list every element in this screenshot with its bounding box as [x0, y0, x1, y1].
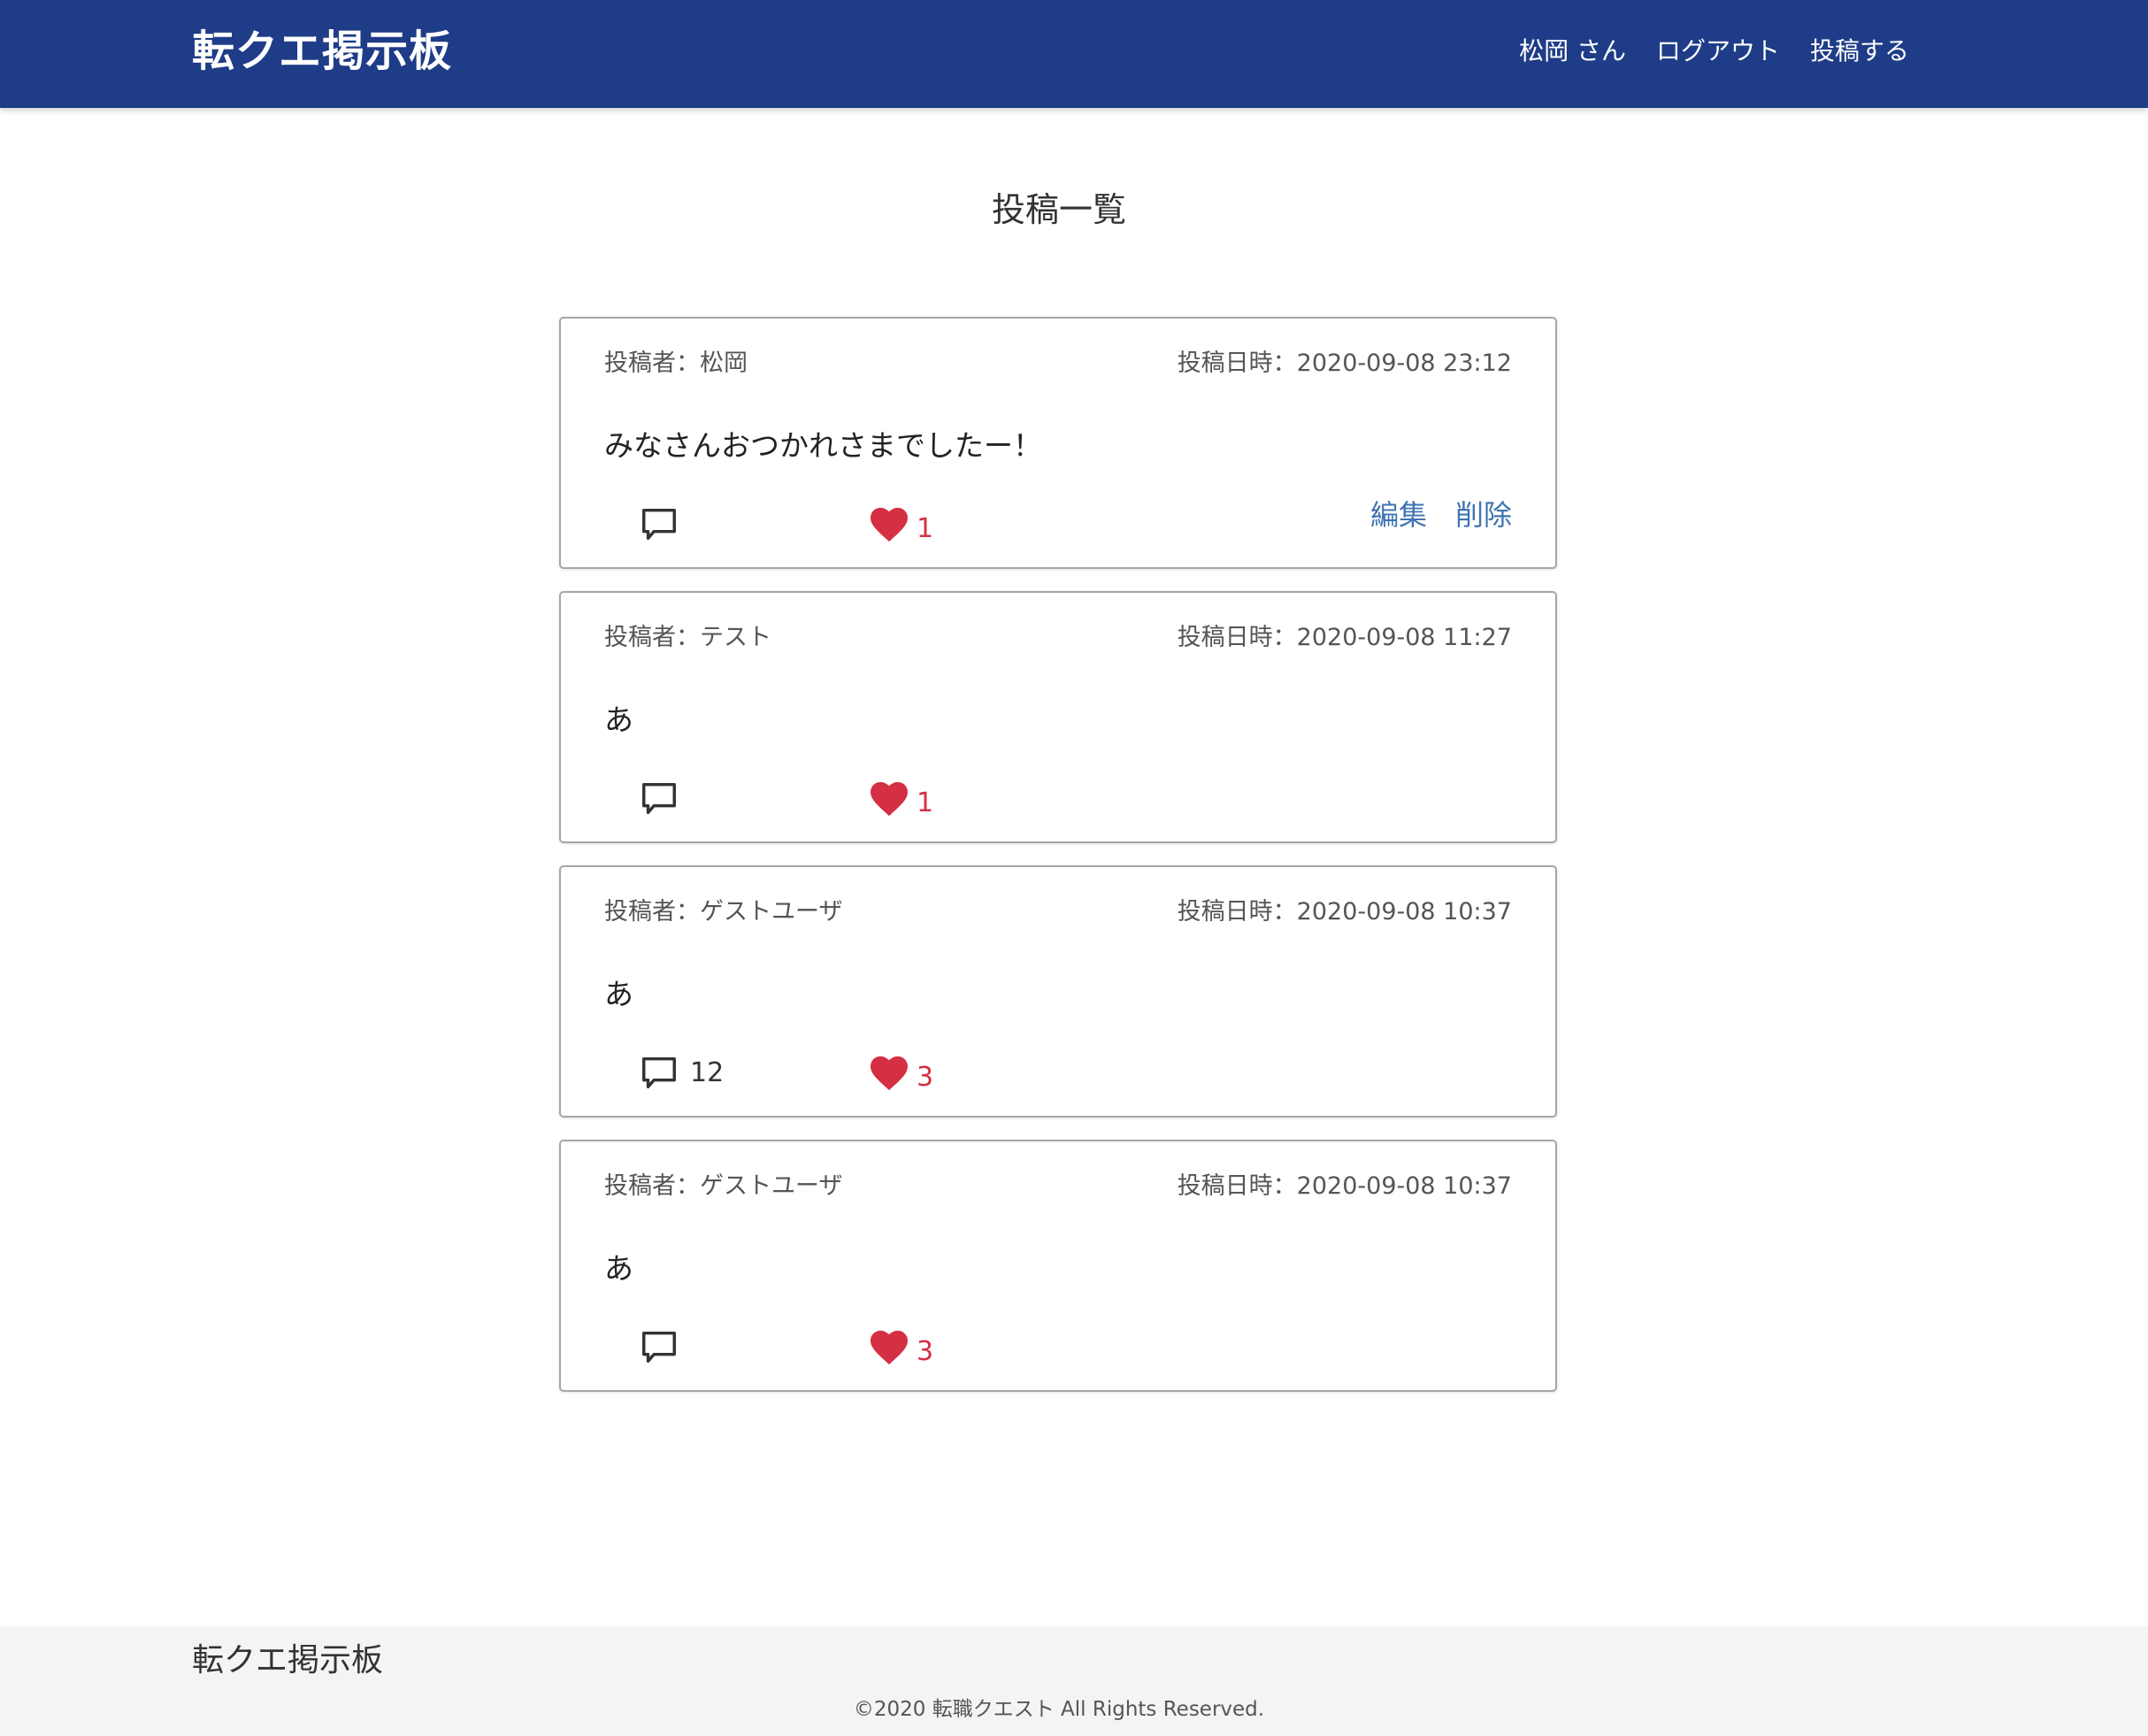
post-card: 投稿者：ゲストユーザ 投稿日時：2020-09-08 10:37 あ 12 3 — [559, 865, 1557, 1118]
post-body: あ — [604, 977, 633, 1011]
footer-logo[interactable]: 転クエ掲示板 — [192, 1639, 383, 1683]
post-date: 投稿日時：2020-09-08 10:37 — [1177, 1172, 1512, 1200]
post-date: 投稿日時：2020-09-08 11:27 — [1177, 624, 1512, 651]
post-author: 投稿者：ゲストユーザ — [604, 1172, 843, 1200]
comment-icon — [642, 508, 676, 541]
post-actions: 編集 削除 — [1370, 495, 1512, 534]
like-count: 1 — [917, 787, 934, 818]
site-logo[interactable]: 転クエ掲示板 — [192, 23, 452, 80]
post-body: みなさんおつかれさまでしたー！ — [604, 428, 1042, 463]
like-button[interactable]: 3 — [869, 1325, 933, 1370]
edit-link[interactable]: 編集 — [1370, 495, 1427, 534]
header-nav: 松岡 さん ログアウト 投稿する — [1519, 32, 1909, 71]
comment-count: 12 — [690, 1057, 725, 1088]
heart-icon — [871, 781, 908, 817]
comment-button[interactable] — [639, 503, 690, 547]
comment-button[interactable]: 12 — [639, 1051, 724, 1095]
comment-button[interactable] — [639, 777, 690, 821]
page-title: 投稿一覧 — [991, 190, 1126, 229]
post-date: 投稿日時：2020-09-08 10:37 — [1177, 898, 1512, 926]
heart-icon — [871, 507, 908, 542]
post-date: 投稿日時：2020-09-08 23:12 — [1177, 350, 1512, 377]
post-author: 投稿者：テスト — [604, 624, 771, 651]
comment-button[interactable] — [639, 1325, 690, 1370]
post-card: 投稿者：テスト 投稿日時：2020-09-08 11:27 あ 1 — [559, 591, 1557, 843]
comment-icon — [642, 1056, 676, 1089]
like-button[interactable]: 3 — [869, 1051, 933, 1095]
nav-new-post-link[interactable]: 投稿する — [1810, 32, 1909, 71]
post-body: あ — [604, 1251, 633, 1286]
post-body: あ — [604, 703, 633, 737]
like-button[interactable]: 1 — [869, 503, 933, 547]
like-button[interactable]: 1 — [869, 777, 933, 821]
site-header: 転クエ掲示板 松岡 さん ログアウト 投稿する — [0, 0, 2148, 108]
post-card: 投稿者：ゲストユーザ 投稿日時：2020-09-08 10:37 あ 3 — [559, 1140, 1557, 1392]
nav-user-name[interactable]: 松岡 さん — [1519, 32, 1626, 71]
comment-icon — [642, 782, 676, 815]
delete-link[interactable]: 削除 — [1455, 495, 1512, 534]
like-count: 3 — [917, 1336, 934, 1367]
post-author: 投稿者：ゲストユーザ — [604, 898, 843, 926]
like-count: 3 — [917, 1062, 934, 1093]
heart-icon — [871, 1330, 908, 1365]
heart-icon — [871, 1056, 908, 1091]
like-count: 1 — [917, 513, 934, 544]
post-card: 投稿者：松岡 投稿日時：2020-09-08 23:12 みなさんおつかれさまで… — [559, 317, 1557, 569]
site-footer: 転クエ掲示板 ©2020 転職クエスト All Rights Reserved. — [0, 1626, 2148, 1736]
post-author: 投稿者：松岡 — [604, 350, 748, 377]
comment-icon — [642, 1331, 676, 1363]
copyright-text: ©2020 転職クエスト All Rights Reserved. — [853, 1698, 1265, 1721]
post-list: 投稿者：松岡 投稿日時：2020-09-08 23:12 みなさんおつかれさまで… — [559, 317, 1557, 1414]
nav-logout-link[interactable]: ログアウト — [1656, 32, 1780, 71]
